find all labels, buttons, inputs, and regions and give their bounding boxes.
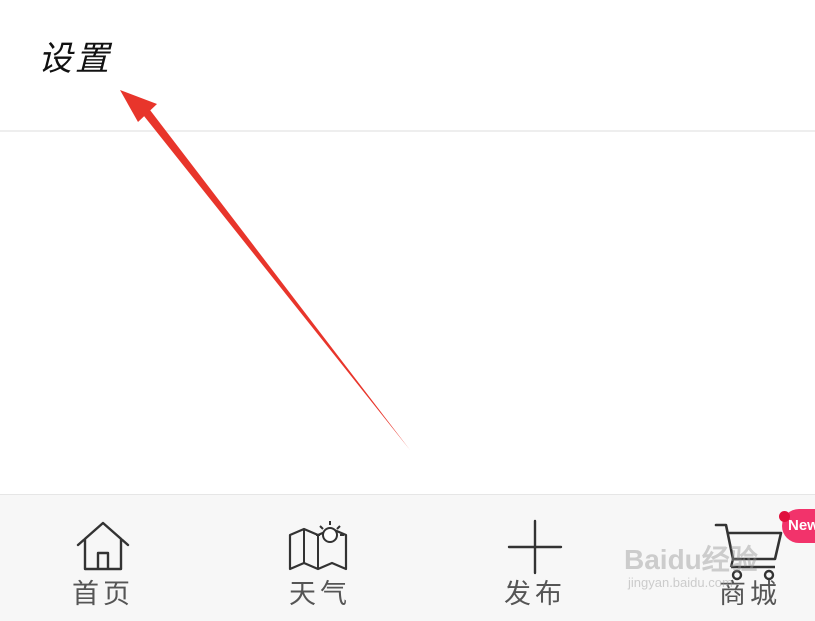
notification-dot [779, 511, 790, 522]
shopping-cart-icon [714, 523, 783, 581]
tab-publish-label: 发布 [504, 579, 566, 610]
weather-map-icon [288, 521, 348, 571]
tab-home-label: 首页 [72, 579, 134, 610]
bottom-tab-bar: 首页 天气 发布 商城 [0, 494, 815, 621]
settings-title[interactable]: 设置 [38, 42, 112, 76]
tab-weather[interactable]: 天气 [245, 495, 395, 621]
header-divider [0, 130, 815, 132]
plus-icon [507, 519, 563, 575]
tab-home[interactable]: 首页 [28, 495, 178, 621]
tab-mall-label: 商城 [719, 579, 781, 610]
home-icon [76, 521, 130, 571]
tab-publish[interactable]: 发布 [460, 495, 610, 621]
tab-weather-label: 天气 [289, 579, 351, 610]
